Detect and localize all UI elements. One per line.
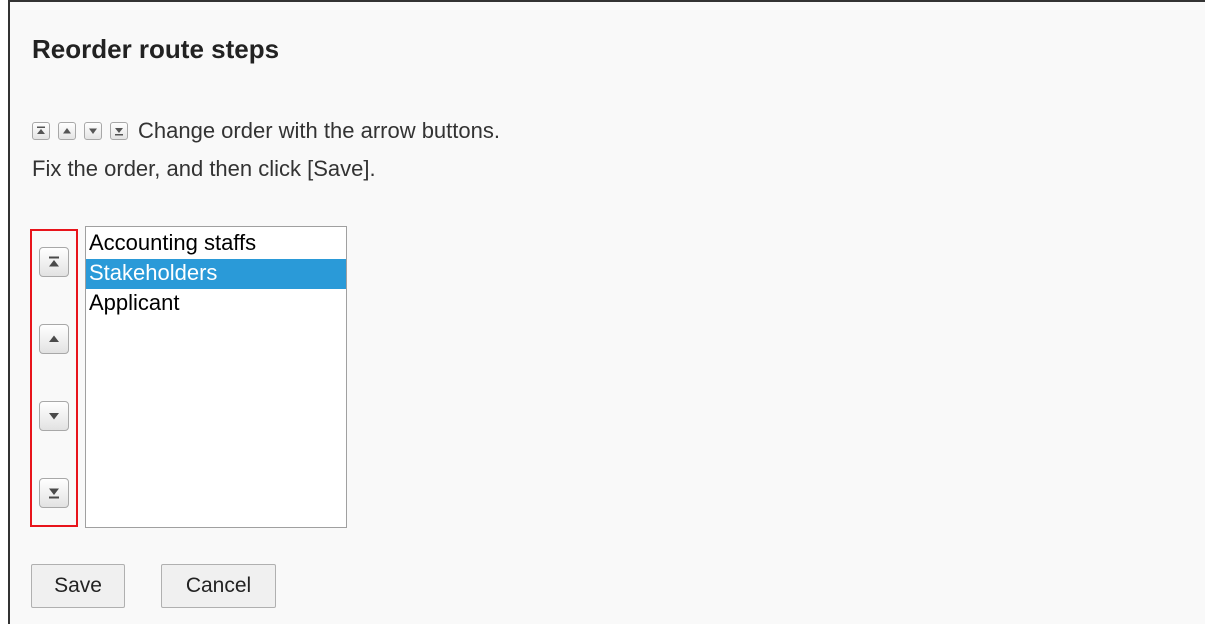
move-bottom-icon [110,122,128,140]
move-bottom-icon [49,488,59,499]
instruction-line-1: Change order with the arrow buttons. [32,118,500,144]
instruction-text: Change order with the arrow buttons. [138,118,500,143]
instruction-line-2: Fix the order, and then click [Save]. [32,156,376,181]
move-to-bottom-button[interactable] [39,478,69,508]
move-up-icon [49,335,59,342]
list-item[interactable]: Applicant [86,289,346,319]
cancel-button[interactable]: Cancel [161,564,276,608]
page-title: Reorder route steps [32,34,280,64]
move-up-button[interactable] [39,324,69,354]
reorder-panel: Reorder route steps Change order with th… [8,0,1205,624]
move-top-icon [49,256,59,267]
route-steps-listbox[interactable]: Accounting staffs Stakeholders Applicant [85,226,347,528]
move-down-icon [49,413,59,420]
move-top-icon [32,122,50,140]
move-down-button[interactable] [39,401,69,431]
move-up-icon [58,122,76,140]
save-button[interactable]: Save [31,564,125,608]
list-item[interactable]: Accounting staffs [86,229,346,259]
move-to-top-button[interactable] [39,247,69,277]
move-down-icon [84,122,102,140]
order-buttons-group [30,229,78,527]
list-item[interactable]: Stakeholders [86,259,346,289]
